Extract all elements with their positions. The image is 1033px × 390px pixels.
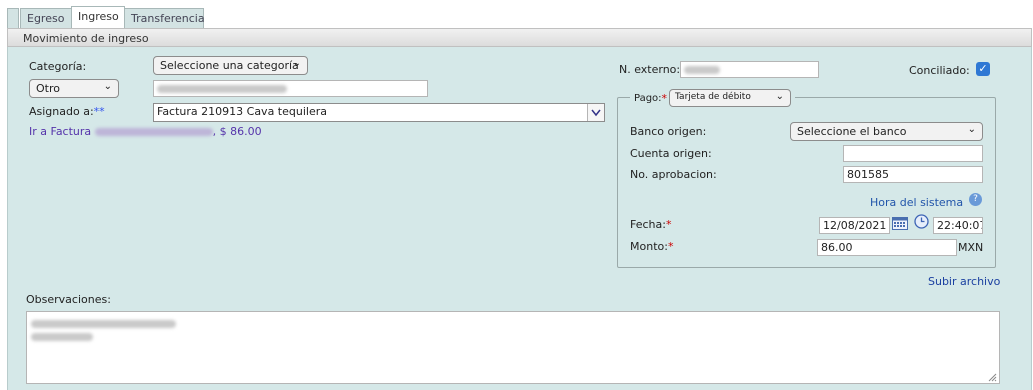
categoria-select[interactable]: Seleccione una categoría ⌄ — [153, 56, 308, 75]
cuenta-field[interactable] — [843, 145, 983, 162]
chevron-down-icon: ⌄ — [292, 58, 301, 69]
hora-field[interactable]: 22:40:07 — [933, 217, 983, 234]
subir-archivo-link[interactable]: Subir archivo — [928, 275, 1000, 288]
cuenta-label: Cuenta origen: — [630, 147, 712, 160]
observaciones-textarea[interactable] — [26, 311, 1000, 384]
dropdown-arrow-icon[interactable] — [587, 104, 604, 121]
banco-label: Banco origen: — [630, 125, 707, 138]
aprobacion-label: No. aprobacion: — [630, 168, 717, 181]
calendar-icon[interactable] — [892, 217, 908, 230]
monto-value: 86.00 — [821, 241, 853, 254]
n-externo-field[interactable] — [680, 61, 819, 78]
fecha-label: Fecha:* — [630, 218, 671, 231]
monto-field[interactable]: 86.00 — [817, 239, 957, 256]
conciliado-label: Conciliado: — [909, 64, 970, 77]
observaciones-label: Observaciones: — [26, 293, 111, 306]
tab-transferencia[interactable]: Transferencia — [124, 8, 205, 29]
tab-ingreso-label: Ingreso — [78, 10, 119, 23]
section-title: Movimiento de ingreso — [23, 32, 149, 45]
redacted-text — [31, 317, 176, 330]
chevron-down-icon: ⌄ — [967, 124, 976, 135]
asignado-label-text: Asignado a: — [29, 105, 94, 118]
pago-marker: * — [661, 91, 668, 105]
chevron-down-icon: ⌄ — [775, 91, 785, 102]
ir-a-factura-link[interactable]: Ir a Factura , $ 86.00 — [29, 125, 262, 138]
n-externo-label: N. externo: — [619, 63, 681, 76]
redacted-text — [684, 66, 720, 74]
pago-select-value: Tarjeta de débito — [675, 92, 751, 102]
form-panel: Categoría: Seleccione una categoría ⌄ Ot… — [7, 47, 1032, 390]
hora-value: 22:40:07 — [937, 219, 983, 232]
tipo-select-value: Otro — [36, 82, 60, 95]
clock-icon[interactable] — [914, 214, 929, 229]
asignado-label: Asignado a:** — [29, 105, 105, 118]
aprobacion-field[interactable]: 801585 — [843, 166, 983, 183]
asignado-value: Factura 210913 Cava tequilera — [157, 105, 327, 118]
currency-label: MXN — [958, 241, 984, 254]
pago-select[interactable]: Tarjeta de débito ⌄ — [669, 89, 792, 107]
pago-legend: Pago: * Tarjeta de débito ⌄ — [630, 88, 796, 108]
monto-marker: * — [667, 240, 674, 253]
fecha-marker: * — [665, 218, 672, 231]
fecha-field[interactable]: 12/08/2021 — [819, 217, 890, 234]
banco-select[interactable]: Seleccione el banco ⌄ — [790, 122, 983, 141]
chevron-down-icon: ⌄ — [103, 81, 112, 92]
tipo-select[interactable]: Otro ⌄ — [29, 79, 119, 98]
monto-label: Monto:* — [630, 240, 673, 253]
resize-handle-icon[interactable] — [988, 372, 997, 382]
conciliado-checkbox[interactable]: ✓ — [976, 62, 990, 76]
tab-ingreso[interactable]: Ingreso — [71, 6, 125, 29]
hora-sistema-label: Hora del sistema — [870, 196, 964, 209]
redacted-text — [94, 128, 213, 136]
categoria-select-value: Seleccione una categoría — [160, 59, 299, 72]
pago-label: Pago: — [634, 92, 662, 104]
hora-sistema-link[interactable]: Hora del sistema — [870, 196, 963, 209]
monto-label-text: Monto: — [630, 240, 668, 253]
banco-select-value: Seleccione el banco — [797, 125, 907, 138]
fecha-value: 12/08/2021 — [823, 219, 887, 232]
ir-a-suffix: , $ 86.00 — [212, 125, 262, 138]
redacted-text — [31, 330, 93, 343]
tab-stub — [7, 8, 19, 29]
name-field[interactable] — [153, 80, 428, 97]
section-header: Movimiento de ingreso — [7, 28, 1032, 47]
tab-egreso[interactable]: Egreso — [20, 8, 75, 29]
ir-a-prefix: Ir a Factura — [29, 125, 92, 138]
asignado-marker: ** — [93, 105, 105, 118]
tab-transferencia-label: Transferencia — [131, 12, 205, 25]
fecha-label-text: Fecha: — [630, 218, 666, 231]
tab-egreso-label: Egreso — [27, 12, 65, 25]
redacted-text — [157, 85, 287, 93]
help-icon[interactable]: ? — [969, 193, 982, 206]
categoria-label: Categoría: — [29, 60, 87, 73]
asignado-combo[interactable]: Factura 210913 Cava tequilera — [153, 103, 605, 122]
aprobacion-value: 801585 — [847, 168, 889, 181]
